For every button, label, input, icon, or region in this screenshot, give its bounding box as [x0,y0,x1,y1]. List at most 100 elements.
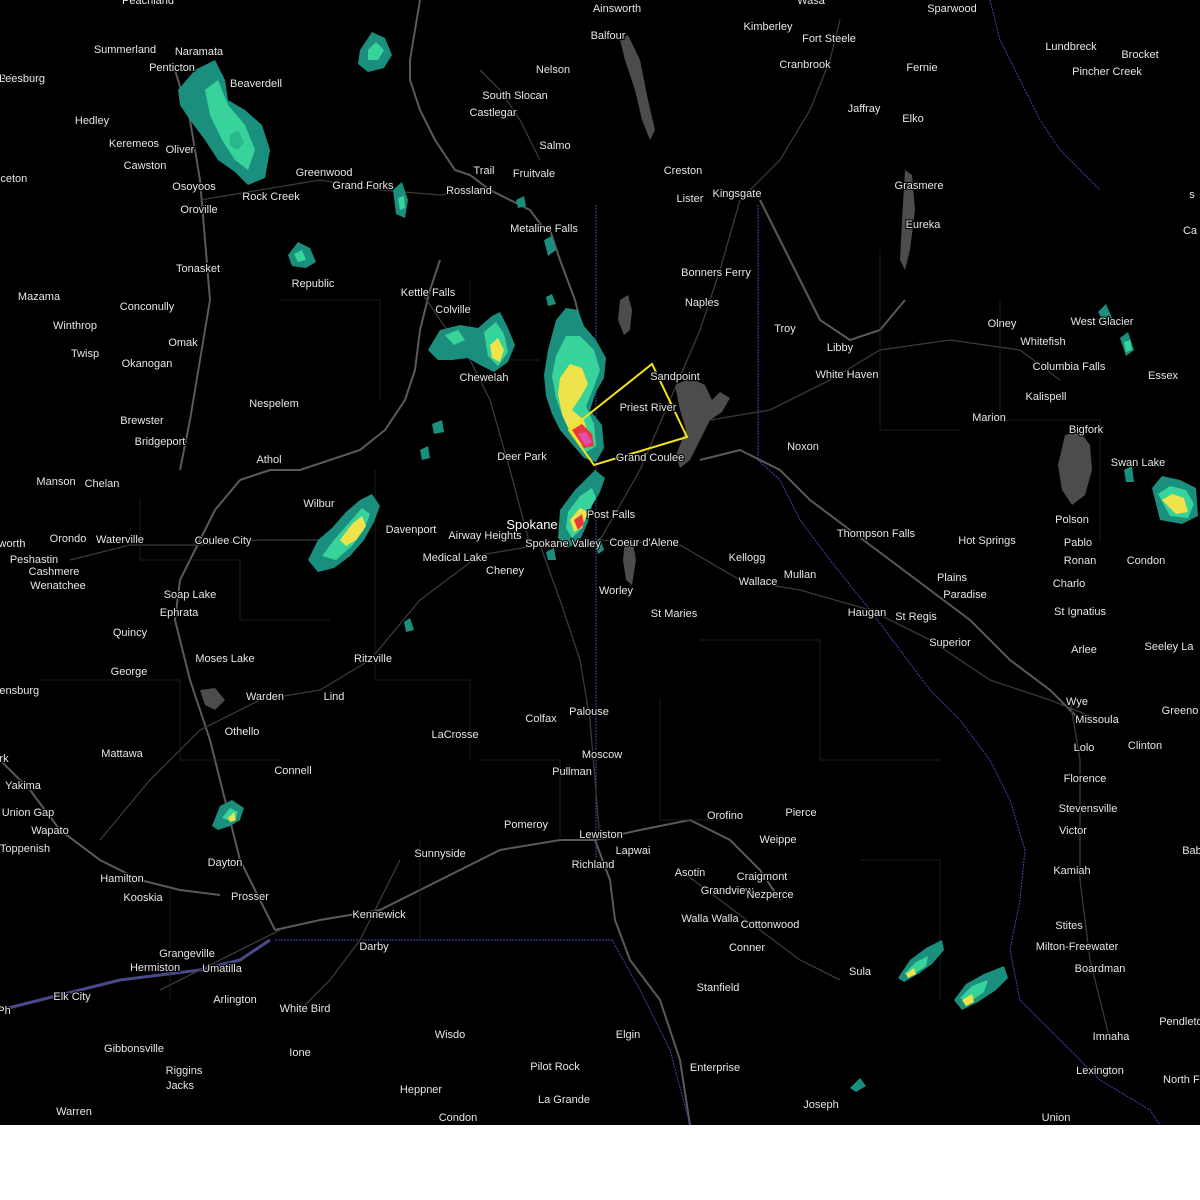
city-label: Florence [1064,773,1107,785]
city-label: Coeur d'Alene [609,537,678,549]
city-label: Winthrop [53,320,97,332]
city-label: Davenport [386,524,437,536]
city-label: Clinton [1128,740,1162,752]
city-label: Whitefish [1020,336,1065,348]
city-label: Dayton [208,857,243,869]
city-label: Ph [0,1005,11,1017]
city-label: Sandpoint [650,371,700,383]
city-label: Conner [729,942,765,954]
city-label: Hamilton [100,873,143,885]
city-label: Asotin [675,867,706,879]
city-label: Castlegar [469,107,516,119]
city-label: Darby [359,941,389,953]
kootenay-lake [620,35,655,140]
city-label: Condon [439,1112,478,1124]
city-label: Lolo [1074,742,1095,754]
city-label: Warden [246,691,284,703]
radar-cell-naramata [358,32,392,72]
city-label: Pullman [552,766,592,778]
city-label: Manson [36,476,75,488]
city-label: Plains [937,572,967,584]
city-label: Bonners Ferry [681,267,751,279]
columbia-river-north [409,79,546,231]
city-label: Wallace [739,576,778,588]
city-label: Fruitvale [513,168,555,180]
city-label: Soap Lake [164,589,217,601]
city-label: Sunnyside [414,848,465,860]
city-label: Summerland [94,44,156,56]
city-label: Warren [56,1106,92,1118]
city-label: Olney [988,318,1017,330]
city-label: Haugan [848,607,887,619]
city-label: Nelson [536,64,570,76]
city-label: Missoula [1075,714,1119,726]
city-label: Leesburg [0,73,45,85]
flathead-lake [1058,432,1092,505]
city-label: Twisp [71,348,99,360]
city-label: Noxon [787,441,819,453]
city-label: Quincy [113,627,148,639]
city-label: lensburg [0,685,39,697]
city-label: LaCrosse [431,729,478,741]
city-label: Lind [324,691,345,703]
city-label: Eureka [906,219,942,231]
city-label: Charlo [1053,578,1085,590]
snake-river [274,839,691,1125]
city-label: Ainsworth [593,3,641,15]
city-label: Orondo [50,533,87,545]
radar-cell-richland [212,800,244,830]
city-label: Sula [849,966,872,978]
moses-lake [200,688,225,710]
city-label: Riggins [166,1065,203,1077]
city-label: Grand Forks [332,180,394,192]
city-label: Chelan [85,478,120,490]
city-label: West Glacier [1071,316,1134,328]
city-label: Oliver [166,144,195,156]
city-label: Bigfork [1069,424,1104,436]
city-label: Elk City [53,991,91,1003]
city-label: Walla Walla [681,913,739,925]
city-label: Pomeroy [504,819,549,831]
city-label: Penticton [149,62,195,74]
city-label: worth [0,538,25,550]
city-label: Conconully [120,301,175,313]
city-label: La Grande [538,1094,590,1106]
city-label: Grangeville [159,948,215,960]
radar-map[interactable]: Peachland Ainsworth Wasa Sparwood Summerland… [0,0,1200,1125]
radar-echoes [178,32,1198,1092]
city-label: Jacks [166,1080,195,1092]
city-label: Kamiah [1053,865,1090,877]
city-label: Ronan [1064,555,1096,567]
kootenai-river [759,199,906,342]
city-label: Orofino [707,810,743,822]
city-label: Spokane Valley [525,538,601,550]
city-label: Creston [664,165,703,177]
city-label: Seeley La [1145,641,1195,653]
continental-divide [989,0,1101,191]
city-label: s [1189,189,1195,201]
city-label: Palouse [569,706,609,718]
radar-cell-republic [288,242,316,268]
city-label: Pincher Creek [1072,66,1142,78]
city-label: Moses Lake [195,653,254,665]
city-label: Grasmere [895,180,944,192]
city-label: Pendleton [1159,1016,1200,1028]
city-label: Greeno [1162,705,1199,717]
city-label: Fort Steele [802,33,856,45]
city-label: Wasa [797,0,826,7]
city-label: Grandview [701,885,754,897]
city-label: Hedley [75,115,110,127]
city-label: Sparwood [927,3,977,15]
city-labels: Peachland Ainsworth Wasa Sparwood Summerland… [0,0,1200,1125]
columbia-river-upper [409,0,421,80]
city-label: Craigmont [737,871,788,883]
city-label: Stanfield [697,982,740,994]
city-label: Joseph [803,1099,838,1111]
city-label: Milton-Freewater [1036,941,1119,953]
city-label: St Regis [895,611,937,623]
city-label: Cawston [124,160,167,172]
city-label: Chewelah [460,372,509,384]
city-label: Athol [256,454,281,466]
city-label: Priest River [620,402,677,414]
city-label: Ritzville [354,653,392,665]
